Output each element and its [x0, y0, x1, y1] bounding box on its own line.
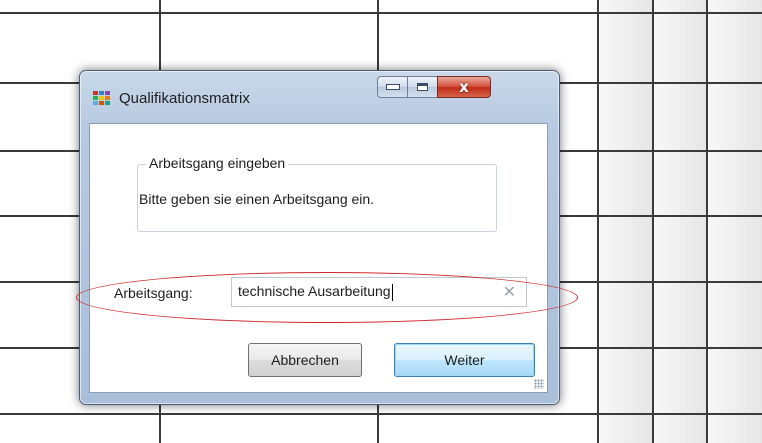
minimize-icon	[385, 84, 400, 90]
close-button[interactable]: x	[437, 76, 491, 98]
grid-line	[597, 0, 599, 443]
dialog-window: Qualifikationsmatrix x Arbeitsgang einge…	[79, 70, 560, 405]
arbeitsgang-groupbox: Arbeitsgang eingeben Bitte geben sie ein…	[137, 155, 497, 232]
maximize-icon	[417, 83, 428, 91]
grid-line	[0, 12, 762, 14]
resize-grip[interactable]	[534, 379, 544, 389]
close-icon: x	[459, 78, 469, 96]
cancel-button[interactable]: Abbrechen	[248, 343, 362, 377]
grid-line	[0, 413, 762, 415]
instruction-text: Bitte geben sie einen Arbeitsgang ein.	[139, 191, 375, 207]
minimize-button[interactable]	[377, 76, 407, 98]
app-palette-icon	[93, 91, 110, 105]
caption-buttons: x	[377, 76, 491, 100]
title-bar[interactable]: Qualifikationsmatrix x	[80, 71, 559, 123]
grid-column-shade	[709, 0, 762, 443]
window-title: Qualifikationsmatrix	[119, 90, 250, 107]
dialog-content: Arbeitsgang eingeben Bitte geben sie ein…	[89, 123, 548, 393]
grid-column-shade	[655, 0, 707, 443]
maximize-button[interactable]	[407, 76, 437, 98]
groupbox-header: Arbeitsgang eingeben	[146, 155, 289, 171]
grid-column-shade	[600, 0, 652, 443]
grid-line	[706, 0, 708, 443]
next-button[interactable]: Weiter	[394, 343, 535, 377]
highlight-ellipse	[76, 272, 578, 323]
grid-line	[652, 0, 654, 443]
